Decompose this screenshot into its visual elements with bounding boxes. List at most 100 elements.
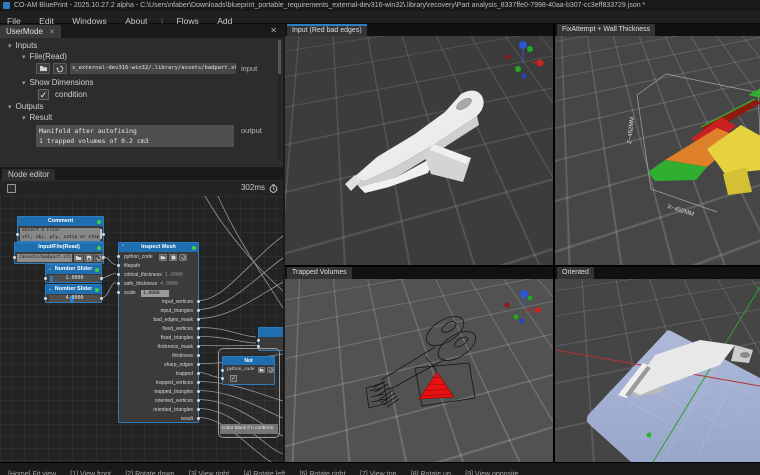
port-dot[interactable] bbox=[13, 256, 16, 259]
title-bar: CO-AM BluePrint - 2025.10.27.2 alpha - C… bbox=[0, 0, 760, 11]
viewport-input[interactable]: Input (Red bad edges) bbox=[285, 24, 553, 265]
port-dot[interactable] bbox=[197, 318, 200, 321]
chevron-down-icon: ▾ bbox=[22, 54, 26, 61]
viewport-input-label[interactable]: Input (Red bad edges) bbox=[287, 24, 367, 36]
slider2-track[interactable]: 4.0000 bbox=[49, 295, 100, 302]
port-dot[interactable] bbox=[197, 381, 200, 384]
tree-show-dimensions[interactable]: ▾Show Dimensions bbox=[22, 78, 94, 87]
browse-folder-button[interactable] bbox=[36, 63, 50, 74]
viewport-oriented-label[interactable]: Oriented bbox=[557, 267, 594, 279]
reload-button[interactable] bbox=[267, 367, 274, 373]
node-number-slider-1[interactable]: ⌄Number Slider 1.0000 bbox=[45, 264, 102, 283]
trapped-volume bbox=[419, 372, 454, 399]
status-view-right: [3] View right. bbox=[189, 468, 231, 475]
file-path-field[interactable]: s_external-dev316-win32/.library/assets/… bbox=[70, 63, 236, 74]
browse-folder-button[interactable] bbox=[74, 254, 83, 262]
comment-text-field[interactable]: Select a File: stl, obj, ply, catia or s… bbox=[20, 228, 100, 241]
tree-file-read[interactable]: ▾File(Read) bbox=[22, 52, 67, 61]
status-bar: [Home] Fit view. [1] View front. [2] Rot… bbox=[0, 462, 760, 475]
slider1-track[interactable]: 1.0000 bbox=[49, 275, 100, 282]
port-dot[interactable] bbox=[44, 277, 47, 280]
viewport-fixattempt[interactable]: Z~452MM X~452MM FixAttempt + Wall Thickn… bbox=[555, 24, 760, 265]
port-dot[interactable] bbox=[197, 399, 200, 402]
chevron-down-icon: ⌄ bbox=[48, 285, 52, 294]
node-not[interactable]: Not python_code ✓ bbox=[222, 356, 275, 385]
stop-button[interactable] bbox=[7, 184, 16, 193]
port-dot[interactable] bbox=[117, 273, 120, 276]
port-dot[interactable] bbox=[16, 233, 19, 236]
reload-file-button[interactable] bbox=[53, 63, 67, 74]
port-dot[interactable] bbox=[197, 345, 200, 348]
port-dot[interactable] bbox=[117, 291, 120, 294]
tab-close-icon[interactable]: ✕ bbox=[49, 29, 55, 36]
tab-node-editor[interactable]: Node editor bbox=[2, 169, 55, 181]
tree-result[interactable]: ▾Result bbox=[22, 113, 52, 122]
port-dot[interactable] bbox=[197, 336, 200, 339]
orientation-gizmo[interactable] bbox=[505, 290, 542, 324]
node-comment[interactable]: Comment Select a File: stl, obj, ply, ca… bbox=[17, 216, 104, 242]
panel-close-icon[interactable]: ✕ bbox=[270, 26, 277, 35]
port-dot[interactable] bbox=[197, 390, 200, 393]
browse-folder-button[interactable] bbox=[258, 367, 265, 373]
port-dot[interactable] bbox=[197, 417, 200, 420]
port-dot[interactable] bbox=[197, 363, 200, 366]
reload-button[interactable] bbox=[179, 254, 187, 261]
menu-bar: File Edit Windows About | Flows Add bbox=[0, 11, 760, 24]
tree-inputs[interactable]: ▾Inputs bbox=[8, 41, 37, 50]
port-dot[interactable] bbox=[221, 377, 224, 380]
node-number-slider-2[interactable]: ⌄Number Slider 4.0000 bbox=[45, 284, 102, 303]
port-dot[interactable] bbox=[221, 369, 224, 372]
scale-value-field[interactable]: 1.0000 bbox=[141, 290, 169, 297]
browse-folder-button[interactable] bbox=[159, 254, 167, 261]
node-input-file[interactable]: Input/File(Read) /assets/badpart.stl bbox=[14, 242, 104, 264]
viewport-fixattempt-strip: FixAttempt + Wall Thickness bbox=[555, 24, 760, 36]
condition-checkbox[interactable]: ✓ bbox=[38, 89, 49, 100]
port-dot[interactable] bbox=[197, 372, 200, 375]
port-dot[interactable] bbox=[197, 309, 200, 312]
node-editor-toolbar: 302ms bbox=[0, 181, 283, 196]
viewport-trapped-label[interactable]: Trapped Volumes bbox=[287, 267, 352, 279]
node-file-path-field[interactable]: /assets/badpart.stl bbox=[17, 254, 72, 262]
port-dot[interactable] bbox=[44, 297, 47, 300]
node-comment-title: Comment bbox=[48, 218, 73, 224]
port-dot[interactable] bbox=[197, 327, 200, 330]
viewport-oriented[interactable]: Oriented bbox=[555, 267, 760, 462]
viewport-fixattempt-label[interactable]: FixAttempt + Wall Thickness bbox=[557, 24, 655, 36]
node-inspect-title: Inspect Mesh bbox=[141, 244, 176, 250]
orientation-gizmo[interactable] bbox=[506, 41, 544, 79]
port-dot[interactable] bbox=[117, 264, 120, 267]
scrollbar-thumb[interactable] bbox=[278, 40, 281, 74]
node-not-title: Not bbox=[244, 358, 252, 364]
slider1-value: 1.0000 bbox=[49, 275, 100, 282]
chevron-down-icon: ▾ bbox=[22, 80, 26, 87]
port-output: sharp_edges bbox=[164, 362, 193, 368]
viewport-trapped[interactable]: Trapped Volumes bbox=[285, 267, 553, 462]
not-a-checkbox[interactable]: ✓ bbox=[230, 375, 237, 382]
tree-outputs[interactable]: ▾Outputs bbox=[8, 102, 44, 111]
port-dot[interactable] bbox=[100, 297, 103, 300]
save-button[interactable] bbox=[84, 254, 93, 262]
condition-label: condition bbox=[55, 90, 87, 99]
port-dot[interactable] bbox=[100, 277, 103, 280]
port-dot[interactable] bbox=[102, 256, 105, 259]
save-button[interactable] bbox=[169, 254, 177, 261]
node-inspect-mesh[interactable]: ⌃Inspect Mesh python_code filepath criti… bbox=[118, 242, 199, 423]
port-dot[interactable] bbox=[197, 354, 200, 357]
axis-z-label: Z~452MM bbox=[627, 117, 636, 145]
port-dot[interactable] bbox=[197, 300, 200, 303]
params-scrollbar[interactable] bbox=[278, 40, 281, 160]
tab-usermode[interactable]: UserMode✕ bbox=[0, 25, 61, 38]
port-dot[interactable] bbox=[117, 255, 120, 258]
node-slider1-title: Number Slider bbox=[55, 266, 93, 272]
port-output: bad_edges_mask bbox=[154, 317, 193, 323]
port-dot[interactable] bbox=[197, 408, 200, 411]
save-icon bbox=[171, 255, 176, 260]
port-dot[interactable] bbox=[102, 233, 105, 236]
elapsed-time: 302ms bbox=[241, 183, 265, 192]
port-dot[interactable] bbox=[117, 282, 120, 285]
port-dot[interactable] bbox=[257, 339, 260, 342]
port-scale: scale bbox=[124, 290, 136, 296]
node-input-file-title: Input/File(Read) bbox=[38, 244, 80, 250]
status-view-front: [1] View front. bbox=[70, 468, 113, 475]
node-editor-canvas[interactable]: Comment Select a File: stl, obj, ply, ca… bbox=[0, 196, 283, 462]
